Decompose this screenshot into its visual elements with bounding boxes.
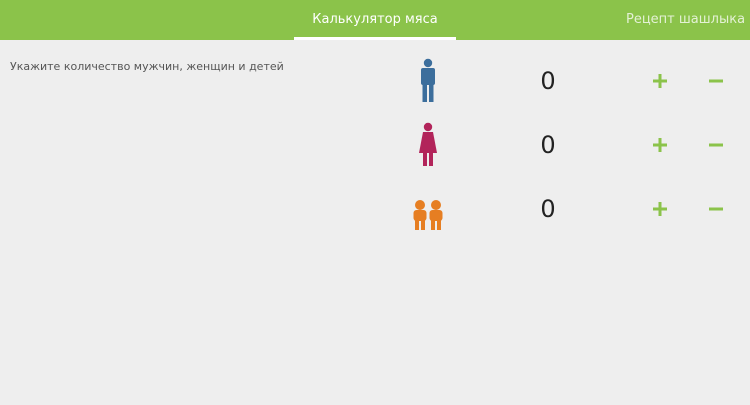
- top-tab-bar: Калькулятор мяса Рецепт шашлыка: [0, 0, 750, 40]
- minus-icon: [709, 143, 723, 147]
- women-plus-button[interactable]: [640, 125, 680, 165]
- minus-icon: [709, 79, 723, 83]
- plus-icon: [653, 138, 667, 152]
- children-plus-button[interactable]: [640, 189, 680, 229]
- tab-shashlik-recipe[interactable]: Рецепт шашлыка: [626, 0, 745, 40]
- tab-meat-calculator-label: Калькулятор мяса: [312, 12, 438, 27]
- plus-icon: [653, 202, 667, 216]
- men-count: 0: [540, 67, 556, 95]
- minus-icon: [709, 207, 723, 211]
- man-icon: [408, 57, 448, 105]
- woman-icon: [408, 121, 448, 169]
- men-row: 0: [0, 51, 750, 111]
- women-count: 0: [540, 131, 556, 159]
- women-minus-button[interactable]: [696, 125, 736, 165]
- plus-icon: [653, 74, 667, 88]
- active-tab-indicator: [294, 37, 456, 40]
- men-minus-button[interactable]: [696, 61, 736, 101]
- tab-shashlik-recipe-label: Рецепт шашлыка: [626, 12, 746, 27]
- women-row: 0: [0, 115, 750, 175]
- children-minus-button[interactable]: [696, 189, 736, 229]
- children-count: 0: [540, 195, 556, 223]
- children-icon: [408, 185, 448, 233]
- children-row: 0: [0, 179, 750, 239]
- men-plus-button[interactable]: [640, 61, 680, 101]
- tab-meat-calculator[interactable]: Калькулятор мяса: [294, 0, 456, 40]
